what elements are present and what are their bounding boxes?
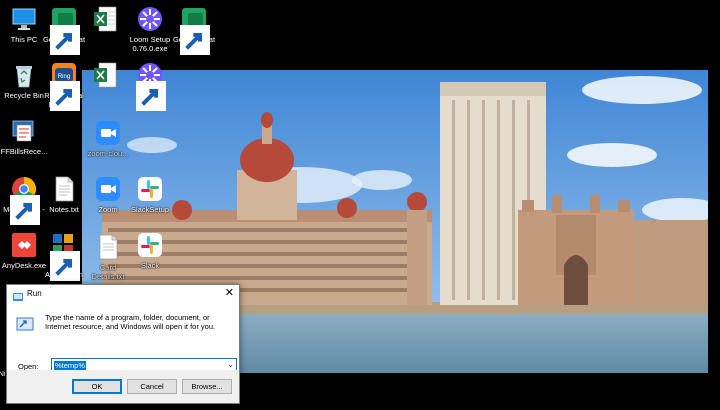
icon-label: Notes.txt bbox=[49, 205, 79, 214]
icon-label: Loom Setup 0.76.0.exe bbox=[129, 35, 171, 53]
desktop-icon-notes[interactable]: Notes.txt bbox=[40, 174, 88, 215]
monitor-icon bbox=[9, 4, 39, 34]
slack-icon bbox=[135, 174, 165, 204]
slack-icon bbox=[135, 230, 165, 260]
desktop-icon-zoom-cloud[interactable]: zoom-clou... bbox=[84, 118, 132, 159]
text-file-icon bbox=[93, 232, 123, 262]
ringcentral-icon: Ring bbox=[49, 60, 80, 111]
shortcut-arrow-icon bbox=[136, 81, 166, 111]
desktop-icon-ff-bills-automation[interactable]: FF Bills Automation bbox=[40, 230, 88, 281]
text-file-icon bbox=[49, 174, 79, 204]
desktop-icon-ffbills[interactable]: FFBillsRece... bbox=[0, 116, 48, 157]
ffbills-icon bbox=[9, 116, 39, 146]
desktop-icon-excel-file-2[interactable] bbox=[82, 60, 130, 92]
shortcut-arrow-icon bbox=[50, 251, 80, 281]
run-dialog-titlebar[interactable]: Run ✕ bbox=[7, 285, 239, 303]
recycle-bin-icon bbox=[9, 60, 39, 90]
svg-text:Ring: Ring bbox=[58, 74, 70, 80]
desktop-icon-excel-file[interactable] bbox=[82, 4, 130, 36]
chevron-down-icon[interactable]: ⌄ bbox=[227, 360, 234, 369]
desktop-icon-zoom[interactable]: Zoom bbox=[84, 174, 132, 215]
ff-bills-automation-icon bbox=[49, 230, 80, 281]
desktop-icon-slack[interactable]: Slack bbox=[126, 230, 174, 271]
close-icon[interactable]: ✕ bbox=[225, 286, 234, 299]
run-description: Type the name of a program, folder, docu… bbox=[45, 313, 216, 331]
icon-label: FFBillsRece... bbox=[0, 147, 48, 156]
desktop-icon-google-chat[interactable]: Google Chat bbox=[40, 4, 88, 55]
excel-icon bbox=[91, 4, 121, 34]
cancel-button[interactable]: Cancel bbox=[127, 379, 177, 394]
ok-button[interactable]: OK bbox=[72, 379, 122, 394]
icon-label: zoom-clou... bbox=[87, 149, 129, 158]
icon-label: Zoom bbox=[98, 205, 118, 214]
google-chat-icon bbox=[179, 4, 210, 55]
excel-icon bbox=[91, 60, 121, 90]
desktop-icon-slack-setup[interactable]: SlackSetup bbox=[126, 174, 174, 215]
desktop-icon-loom-setup[interactable]: Loom Setup 0.76.0.exe bbox=[126, 4, 174, 53]
anydesk-icon bbox=[9, 230, 39, 260]
desktop-icon-loom[interactable]: Loom bbox=[126, 60, 174, 111]
icon-label: Card Details.txt bbox=[91, 263, 125, 281]
loom-icon bbox=[135, 60, 166, 111]
run-app-icon bbox=[13, 289, 23, 301]
run-dialog-title: Run bbox=[27, 289, 42, 298]
desktop-icon-ringcentral[interactable]: Ring RingCentral Meetings bbox=[40, 60, 88, 111]
shortcut-arrow-icon bbox=[50, 25, 80, 55]
zoom-icon bbox=[93, 174, 123, 204]
desktop-icon-card-details[interactable]: Card Details.txt bbox=[84, 232, 132, 281]
chrome-icon bbox=[9, 174, 40, 225]
google-chat-icon bbox=[49, 4, 80, 55]
browse-button[interactable]: Browse... bbox=[182, 379, 232, 394]
open-input-value[interactable]: %temp% bbox=[54, 361, 87, 370]
loom-icon bbox=[135, 4, 165, 34]
zoom-icon bbox=[93, 118, 123, 148]
shortcut-arrow-icon bbox=[50, 81, 80, 111]
icon-label: Slack bbox=[140, 261, 160, 270]
run-dialog-footer: OK Cancel Browse... bbox=[7, 370, 239, 403]
shortcut-arrow-icon bbox=[10, 195, 40, 225]
run-dialog[interactable]: Run ✕ Type the name of a program, folder… bbox=[6, 284, 240, 404]
icon-label: SlackSetup bbox=[131, 205, 169, 214]
desktop-icon-google-chat-2[interactable]: Google Chat (2) bbox=[170, 4, 218, 55]
run-illustration-icon bbox=[16, 317, 34, 333]
shortcut-arrow-icon bbox=[180, 25, 210, 55]
